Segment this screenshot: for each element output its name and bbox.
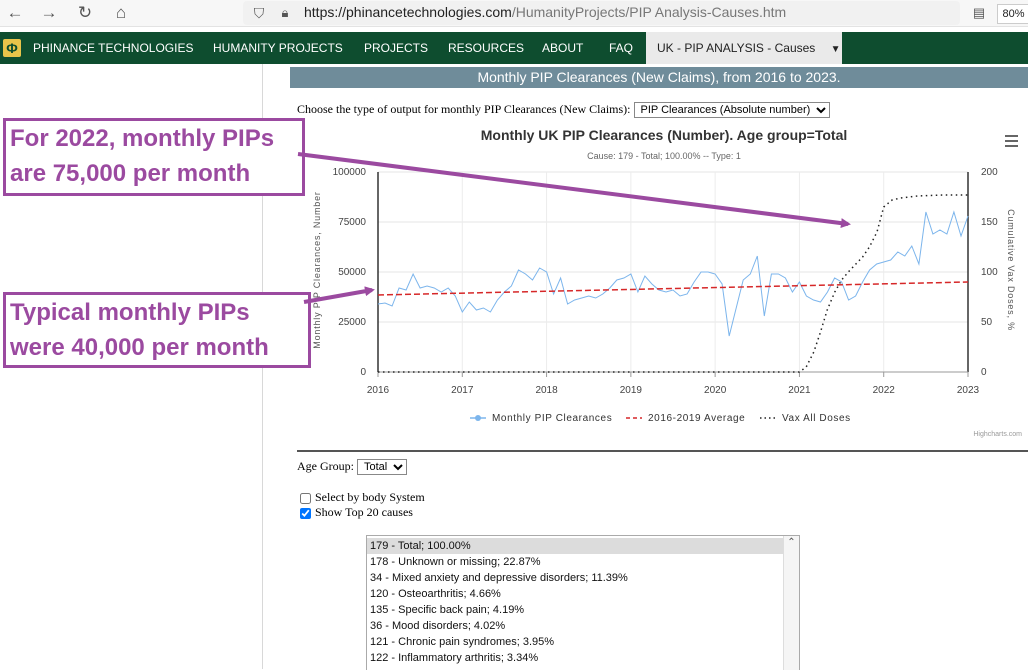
y2-axis: 0 50 100 150 200	[981, 167, 998, 378]
list-item[interactable]: 120 - Osteoarthritis; 4.66%	[367, 586, 799, 602]
y-axis: 0 25000 50000 75000 100000	[333, 167, 367, 378]
y-tick-label: 100000	[333, 167, 367, 178]
y-tick-label: 50000	[338, 267, 366, 278]
age-group-select[interactable]: Total	[357, 459, 407, 475]
x-axis: 2016 2017 2018 2019 2020 2021 2022 2023	[367, 372, 980, 396]
shield-icon[interactable]: ⛉	[248, 2, 270, 24]
url-text[interactable]: https://phinancetechnologies.com/Humanit…	[304, 4, 786, 20]
age-group-label: Age Group:	[297, 459, 354, 473]
section-separator	[297, 450, 1028, 452]
list-item[interactable]: 36 - Mood disorders; 4.02%	[367, 618, 799, 634]
legend-label: 2016-2019 Average	[648, 413, 745, 424]
back-arrow-icon[interactable]: ←	[4, 2, 26, 24]
causes-listbox[interactable]: 179 - Total; 100.00% 178 - Unknown or mi…	[366, 535, 800, 670]
x-tick-label: 2016	[367, 385, 390, 396]
top20-label: Show Top 20 causes	[315, 505, 413, 519]
x-tick-label: 2018	[535, 385, 558, 396]
caret-down-icon: ▼	[830, 44, 841, 55]
callout-2022-line2: are 75,000 per month	[10, 160, 251, 187]
lock-icon[interactable]: 🔒︎	[274, 2, 296, 24]
nav-active-label: UK - PIP ANALYSIS - Causes	[657, 41, 816, 55]
site-logo[interactable]: Φ	[3, 39, 21, 57]
nav-humanity-projects[interactable]: HUMANITY PROJECTS	[213, 32, 343, 64]
x-tick-label: 2022	[873, 385, 896, 396]
forward-arrow-icon[interactable]: →	[38, 2, 60, 24]
list-item[interactable]: 121 - Chronic pain syndromes; 3.95%	[367, 634, 799, 650]
callout-typical: Typical monthly PIPs were 40,000 per mon…	[3, 292, 311, 368]
y2-tick-label: 200	[981, 167, 998, 178]
reader-view-icon[interactable]: ▤	[968, 2, 990, 24]
list-item[interactable]: 135 - Specific back pain; 4.19%	[367, 602, 799, 618]
list-item[interactable]: 179 - Total; 100.00%	[367, 538, 799, 554]
list-scrollbar[interactable]: ⌃	[783, 536, 799, 670]
y-tick-label: 25000	[338, 317, 366, 328]
chart-credit[interactable]: Highcharts.com	[973, 431, 1022, 438]
y2-tick-label: 100	[981, 267, 998, 278]
body-system-label: Select by body System	[315, 490, 425, 504]
nav-phinance[interactable]: PHINANCE TECHNOLOGIES	[33, 32, 193, 64]
nav-pip-analysis-causes[interactable]: UK - PIP ANALYSIS - Causes ▼	[646, 32, 842, 64]
top20-row: Show Top 20 causes	[300, 505, 413, 520]
legend-label: Monthly PIP Clearances	[492, 413, 612, 424]
callout-2022: For 2022, monthly PIPs are 75,000 per mo…	[3, 118, 305, 196]
callout-2022-line1: For 2022, monthly PIPs	[10, 125, 275, 152]
home-icon[interactable]: ⌂	[110, 2, 132, 24]
site-navigation: Φ PHINANCE TECHNOLOGIES HUMANITY PROJECT…	[0, 32, 1028, 64]
list-item[interactable]: 34 - Mixed anxiety and depressive disord…	[367, 570, 799, 586]
body-system-checkbox[interactable]	[300, 492, 311, 504]
y-tick-label: 75000	[338, 217, 366, 228]
callout-typical-line1: Typical monthly PIPs	[10, 299, 250, 326]
nav-projects[interactable]: PROJECTS	[364, 32, 428, 64]
pip-chart: Monthly UK PIP Clearances (Number). Age …	[312, 127, 1022, 438]
body-system-row: Select by body System	[300, 490, 425, 505]
chart-legend: Monthly PIP Clearances 2016-2019 Average V…	[470, 413, 851, 424]
x-tick-label: 2019	[620, 385, 643, 396]
chevron-up-icon[interactable]: ⌃	[784, 536, 799, 550]
output-type-label: Choose the type of output for monthly PI…	[297, 102, 631, 116]
y-tick-label: 0	[360, 367, 366, 378]
chart-title: Monthly UK PIP Clearances (Number). Age …	[481, 127, 848, 143]
y2-tick-label: 150	[981, 217, 998, 228]
nav-resources[interactable]: RESOURCES	[448, 32, 524, 64]
top20-checkbox[interactable]	[300, 507, 311, 519]
x-tick-label: 2021	[788, 385, 811, 396]
y2-axis-label: Cumulative Vax Doses, %	[1006, 209, 1016, 331]
zoom-level[interactable]: 80%	[997, 4, 1028, 24]
x-tick-label: 2017	[451, 385, 474, 396]
browser-toolbar: ← → ↻ ⌂ ⛉ 🔒︎ https://phinancetechnologie…	[0, 0, 1028, 27]
age-group-row: Age Group: Total	[297, 459, 407, 475]
callout-typical-line2: were 40,000 per month	[10, 334, 269, 361]
chart-menu-icon[interactable]	[1005, 135, 1018, 147]
list-item[interactable]: 122 - Inflammatory arthritis; 3.34%	[367, 650, 799, 666]
reload-icon[interactable]: ↻	[74, 2, 96, 24]
y-axis-label: Monthly PIP Clearances, Number	[312, 191, 322, 348]
output-type-select[interactable]: PIP Clearances (Absolute number)	[633, 102, 830, 118]
x-tick-label: 2023	[957, 385, 980, 396]
x-tick-label: 2020	[704, 385, 727, 396]
legend-label: Vax All Doses	[782, 413, 851, 424]
output-type-row: Choose the type of output for monthly PI…	[297, 102, 830, 118]
chart-subtitle: Cause: 179 - Total; 100.00% -- Type: 1	[587, 151, 741, 161]
y2-tick-label: 50	[981, 317, 993, 328]
legend-marker-dot	[475, 415, 481, 421]
list-item[interactable]: 178 - Unknown or missing; 22.87%	[367, 554, 799, 570]
nav-faq[interactable]: FAQ	[609, 32, 633, 64]
nav-about[interactable]: ABOUT	[542, 32, 583, 64]
page-banner: Monthly PIP Clearances (New Claims), fro…	[290, 67, 1028, 88]
y2-tick-label: 0	[981, 367, 987, 378]
